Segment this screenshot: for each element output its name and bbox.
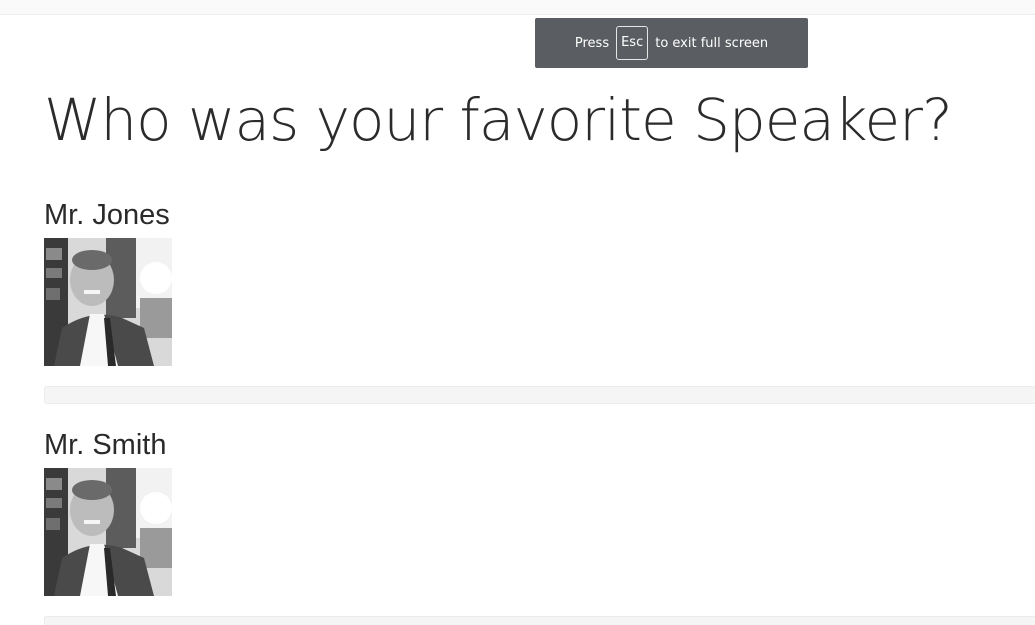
vote-progress-bar	[44, 616, 1035, 625]
esc-key: Esc	[616, 26, 649, 60]
fullscreen-notice-press: Press	[574, 35, 610, 51]
poll-option-smith[interactable]: Mr. Smith	[44, 428, 1035, 625]
option-name: Mr. Jones	[44, 199, 170, 231]
poll-question: Who was your favorite Speaker?	[44, 86, 953, 154]
speaker-photo-icon[interactable]	[44, 468, 172, 596]
poll-option-jones[interactable]: Mr. Jones	[44, 198, 1035, 404]
vote-progress-bar	[44, 386, 1035, 404]
option-name: Mr. Smith	[44, 429, 167, 461]
fullscreen-notice: Press Esc to exit full screen	[535, 18, 808, 68]
fullscreen-notice-message: to exit full screen	[655, 35, 769, 51]
speaker-photo-icon[interactable]	[44, 238, 172, 366]
page: Press Esc to exit full screen Who was yo…	[0, 0, 1035, 625]
browser-top-strip	[0, 0, 1035, 15]
